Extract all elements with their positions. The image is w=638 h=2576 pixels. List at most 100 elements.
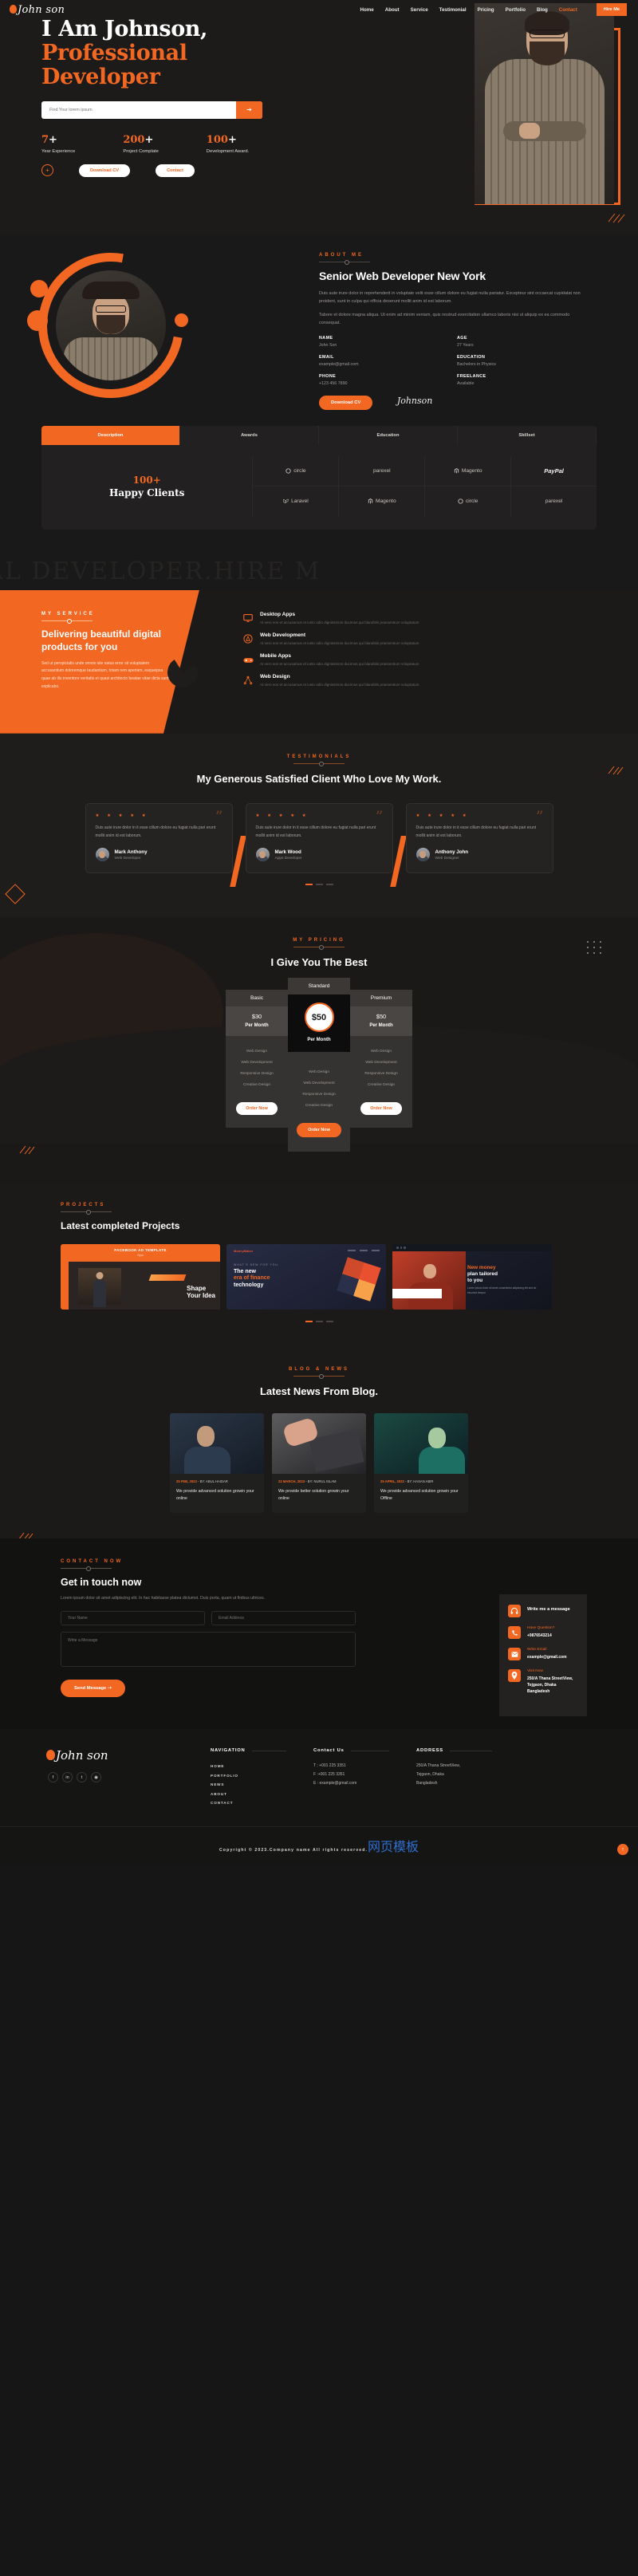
location-icon (508, 1669, 521, 1683)
footer-link-portfolio[interactable]: PORTFOLIO (211, 1771, 286, 1780)
instagram-icon[interactable]: ◉ (91, 1772, 101, 1783)
social-links: f in t ◉ (48, 1772, 183, 1783)
name-field[interactable] (61, 1611, 205, 1626)
carousel-dot[interactable] (325, 1321, 333, 1323)
testimonial-cards: ” ★ ★ ★ ★ ★ Duis aute irure dolor in it … (0, 803, 638, 887)
marquee-text: NAL DEVELOPER.HIRE M (0, 557, 321, 586)
order-now-button[interactable]: Order Now (297, 1123, 341, 1138)
blog-card[interactable]: 22 MARCH, 2023 - BY: NURUL ISLAM We prov… (272, 1412, 366, 1514)
scribble-decor-icon (19, 1142, 35, 1156)
message-field[interactable] (61, 1632, 356, 1668)
pricing-title: I Give You The Best (270, 956, 368, 968)
project-card[interactable]: MoneyMaker WHAT'S NEW FOR YOU The new er… (226, 1244, 386, 1310)
nav-item-contact[interactable]: Contact (559, 7, 577, 13)
contact-info-value[interactable]: example@gmail.com (527, 1654, 567, 1660)
blog-cards: 25 FEB, 2023 - BY: ABUL HAIDAR We provid… (0, 1412, 638, 1514)
carousel-dot-active[interactable] (305, 1321, 313, 1323)
footer-link-contact[interactable]: CONTACT (211, 1798, 286, 1807)
service-item[interactable]: Mobile Apps At vero eos et accusamus et i… (243, 653, 598, 668)
footer-address-line: 250/A Thana StreetView, (416, 1763, 460, 1769)
footer-logo[interactable]: John son (46, 1748, 183, 1763)
eyebrow-divider (293, 1374, 345, 1380)
happy-clients-count: 100+ (132, 474, 161, 486)
project-headline-b: era of finance (234, 1275, 270, 1282)
send-message-button[interactable]: Send Message ➝ (61, 1680, 125, 1698)
carousel-dot-active[interactable] (305, 884, 313, 885)
carousel-dot[interactable] (315, 884, 323, 885)
email-field[interactable] (211, 1611, 356, 1626)
hero-content: I Am Johnson, Professional Developer ➜ 7… (41, 17, 321, 177)
contact-info-label: Write Email (527, 1648, 547, 1652)
contact-info-row: Write Email example@gmail.com (508, 1648, 578, 1661)
about-section: ABOUT ME Senior Web Developer New York D… (0, 224, 638, 553)
search-submit-button[interactable]: ➜ (236, 100, 262, 119)
service-list: Desktop Apps At vero eos et accusamus et … (243, 612, 598, 695)
footer-link-news[interactable]: NEWS (211, 1780, 286, 1789)
nav-item-pricing[interactable]: Pricing (478, 7, 494, 13)
hero-search-bar[interactable]: ➜ (41, 100, 262, 119)
eyebrow-divider (61, 1210, 112, 1215)
service-item[interactable]: Web Development At vero eos et accusamus … (243, 632, 598, 647)
copyright-suffix[interactable]: 网页模板 (368, 1841, 419, 1854)
tab-education[interactable]: Education (319, 425, 458, 445)
feature-item: Responsive Design (302, 1092, 336, 1097)
nav-item-portfolio[interactable]: Portfolio (506, 7, 526, 13)
blog-card[interactable]: 25 APRIL, 2022 - BY: HASAN ABIR We provi… (374, 1412, 468, 1514)
pricing-table: Basic $30 Per Month Web Design Web Devel… (0, 978, 638, 1152)
plus-icon[interactable]: + (41, 164, 53, 177)
contact-title: Get in touch now (61, 1577, 142, 1589)
hire-me-button[interactable]: Hire Me (596, 3, 627, 16)
hero-buttons: + Download CV Contact (41, 163, 321, 177)
brand-magento: Magento (424, 455, 511, 486)
blog-author: - BY: ABUL HAIDAR (198, 1479, 228, 1483)
carousel-dot[interactable] (315, 1321, 323, 1323)
project-card[interactable]: FACEBOOK AD TEMPLATE Gym Shape Your Idea (61, 1244, 220, 1310)
copyright-text: Copyright © 2023.Company name All rights… (219, 1848, 368, 1853)
testimonials-header: TESTIMONIALS My Generous Satisfied Clien… (0, 754, 638, 786)
project-sublabel: Gym (137, 1254, 144, 1258)
carousel-dot[interactable] (325, 884, 333, 885)
quote-icon: ” (535, 808, 544, 825)
nav-item-service[interactable]: Service (411, 7, 428, 13)
service-item[interactable]: Desktop Apps At vero eos et accusamus et … (243, 612, 598, 626)
site-logo[interactable]: John son (9, 4, 65, 16)
contact-info-value[interactable]: +9876543214 (527, 1633, 554, 1639)
nav-item-about[interactable]: About (385, 7, 400, 13)
footer-contact-line[interactable]: E : example@gmail.com (313, 1779, 389, 1788)
tab-description[interactable]: Description (41, 425, 180, 445)
download-cv-button[interactable]: Download CV (79, 163, 131, 177)
nav-item-blog[interactable]: Blog (537, 7, 548, 13)
nav-item-home[interactable]: Home (360, 7, 374, 13)
linkedin-icon[interactable]: in (62, 1772, 73, 1783)
scroll-to-top-button[interactable]: ↑ (617, 1844, 628, 1856)
eyebrow-divider (61, 1566, 112, 1572)
search-input[interactable] (41, 100, 236, 119)
tab-awards[interactable]: Awards (180, 425, 319, 445)
blog-card[interactable]: 25 FEB, 2023 - BY: ABUL HAIDAR We provid… (170, 1412, 264, 1514)
about-download-cv-button[interactable]: Download CV (319, 395, 373, 410)
about-paragraph-1: Duis aute irure dolor in reprehenderit i… (319, 290, 581, 305)
stat-item: 100+ Development Award. (207, 134, 249, 154)
service-item[interactable]: Web Design At vero eos et accusamus et iu… (243, 674, 598, 688)
nav-item-testimonial[interactable]: Testimonial (439, 7, 467, 13)
author-role: Web Designer (435, 856, 459, 861)
order-now-button[interactable]: Order Now (360, 1102, 402, 1116)
projects-eyebrow: PROJECTS (61, 1203, 106, 1208)
contact-button[interactable]: Contact (156, 163, 195, 177)
facebook-icon[interactable]: f (48, 1772, 58, 1783)
carousel-dots[interactable] (0, 884, 638, 885)
plan-name: Premium (350, 990, 412, 1007)
project-card[interactable]: New money plan tailored to you Lorem ips… (392, 1244, 552, 1310)
about-info-grid: NAME John Son AGE 27 Years EMAIL example@gm… (319, 336, 584, 386)
blog-post-title: We provide advanced solution growin your… (176, 1488, 254, 1502)
footer-link-home[interactable]: HOME (211, 1762, 286, 1771)
hero-section: John son Home About Service Testimonial … (0, 0, 638, 235)
tab-skillset[interactable]: Skillset (458, 425, 597, 445)
plan-period: Per Month (245, 1023, 269, 1029)
footer-address-line: Tejgaon, Dhaka (416, 1772, 444, 1778)
footer-link-about[interactable]: ABOUT (211, 1789, 286, 1798)
order-now-button[interactable]: Order Now (236, 1102, 278, 1116)
project-cards: FACEBOOK AD TEMPLATE Gym Shape Your Idea… (61, 1244, 638, 1310)
twitter-icon[interactable]: t (77, 1772, 87, 1783)
projects-carousel-dots[interactable] (0, 1321, 638, 1323)
